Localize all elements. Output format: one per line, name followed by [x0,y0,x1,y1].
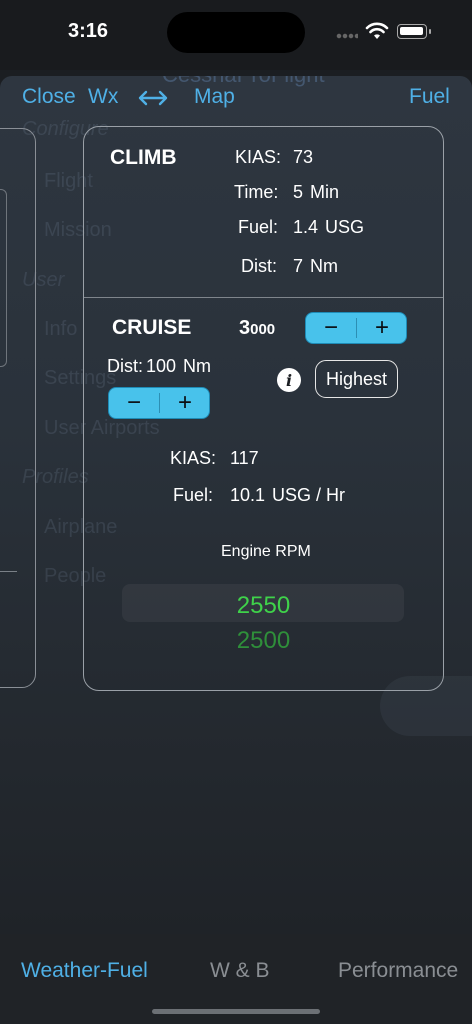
altitude-decrease-button[interactable]: − [306,313,356,343]
climb-dist-unit: Nm [310,256,338,276]
engine-rpm-label: Engine RPM [221,543,311,560]
climb-dist-label: Dist: [241,256,277,276]
climb-kias-label: KIAS: [235,147,282,167]
tab-weight-balance[interactable]: W & B [210,959,270,983]
dynamic-island [167,12,305,53]
distance-increase-button[interactable]: + [160,388,209,418]
ghost-item: Info [44,318,78,340]
weather-fuel-sheet: CessnaProFlight Configure Flight Mission… [0,76,472,934]
swap-arrows-icon[interactable] [137,88,169,108]
altitude-thousands: 3 [239,317,251,339]
cruise-dist-unit: Nm [183,356,211,376]
climb-time-value: 5 [293,182,304,202]
cruise-kias-label: KIAS: [170,448,217,468]
altitude-stepper: − + [305,312,407,344]
section-divider [84,297,443,298]
climb-time-label: Time: [234,182,279,202]
climb-heading: CLIMB [110,146,177,169]
climb-fuel-unit: USG [325,217,365,237]
distance-decrease-button[interactable]: − [109,388,159,418]
cruise-dist-value: 100 [146,356,177,376]
map-button[interactable]: Map [194,85,235,109]
climb-fuel-value: 1.4 [293,217,319,237]
home-indicator [152,1009,320,1014]
status-bar: 3:16 [0,0,472,70]
cruise-heading: CRUISE [112,316,192,339]
tab-performance[interactable]: Performance [338,959,458,983]
tab-weather-fuel[interactable]: Weather-Fuel [21,959,148,983]
altitude-increase-button[interactable]: + [357,313,406,343]
fuel-button[interactable]: Fuel [409,85,450,109]
left-panel-divider [0,571,17,572]
cruise-kias-value: 117 [230,448,259,468]
wx-button[interactable]: Wx [88,85,118,109]
cruise-altitude: 3000 [239,317,275,340]
cruise-fuel-value: 10.1 [230,485,266,505]
ghost-app-title: CessnaProFlight [162,76,325,88]
altitude-hundreds: 000 [250,321,276,338]
cruise-fuel-label: Fuel: [173,485,214,505]
highest-button[interactable]: Highest [315,360,398,398]
cellular-signal-icon [336,33,358,39]
battery-icon [397,24,431,39]
cruise-fuel-unit: USG / Hr [272,485,346,505]
rpm-selected-value[interactable]: 2550 [83,592,444,620]
close-button[interactable]: Close [22,85,76,109]
climb-cruise-card: CLIMB KIAS: 73 Time: 5 Min Fuel: 1.4 USG… [83,126,444,691]
info-icon[interactable]: i [277,368,301,392]
tab-bar: Weather-Fuel W & B Performance [0,934,472,1024]
left-side-panel [0,128,36,688]
wifi-icon [365,22,389,39]
distance-stepper: − + [108,387,210,419]
climb-time-unit: Min [310,182,340,202]
left-inner-box [0,189,7,367]
rpm-option-value[interactable]: 2500 [83,627,444,655]
climb-fuel-label: Fuel: [238,217,279,237]
cruise-dist-label: Dist: [107,356,143,376]
climb-kias-value: 73 [293,147,314,167]
climb-dist-value: 7 [293,256,304,276]
status-time: 3:16 [68,20,109,42]
